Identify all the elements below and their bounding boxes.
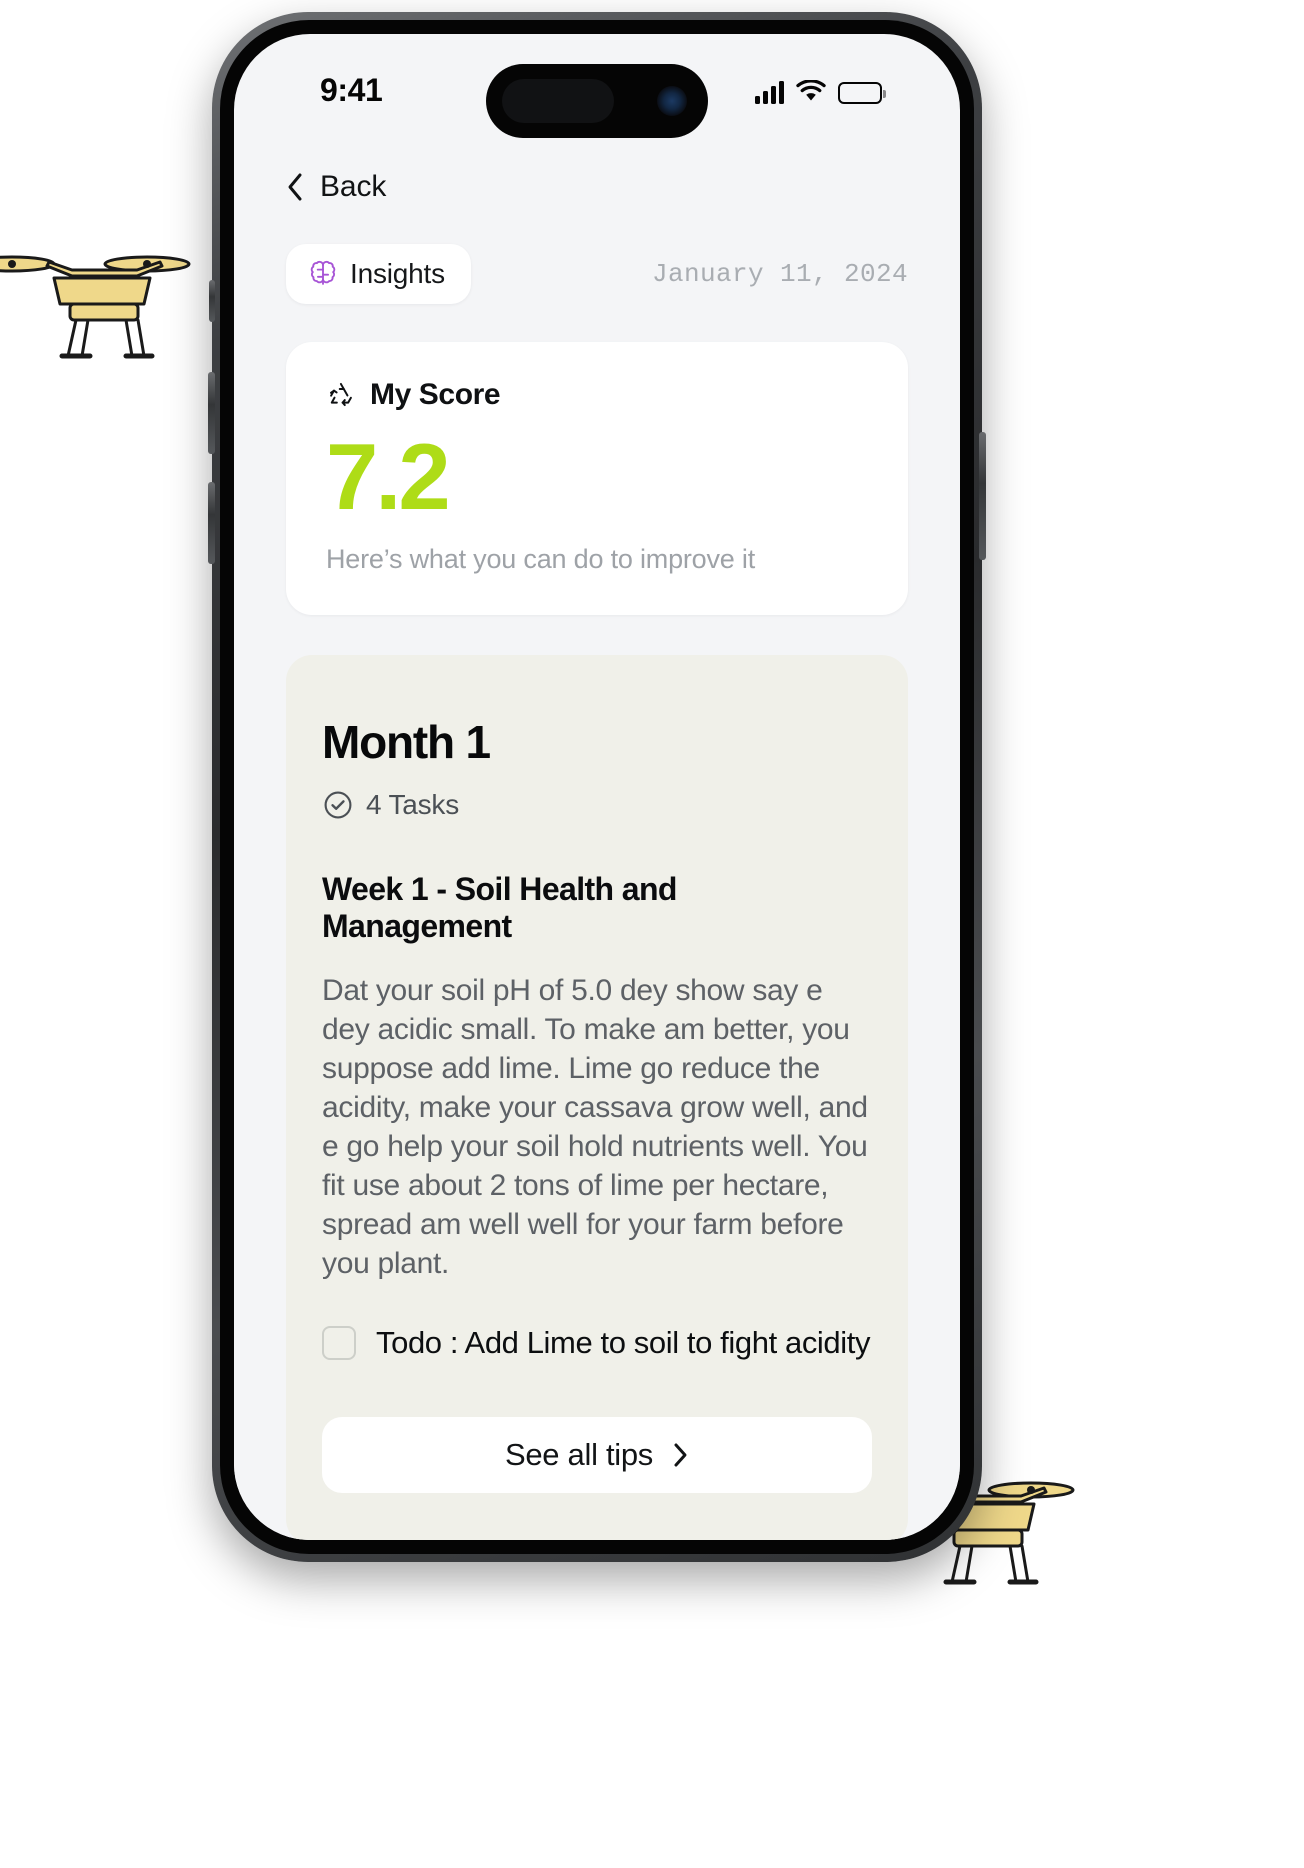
wifi-icon xyxy=(796,80,826,101)
power-button[interactable] xyxy=(979,432,986,560)
phone-bezel: 9:41 Back Insights January 11, 2024 My S… xyxy=(220,20,974,1554)
score-subtitle: Here’s what you can do to improve it xyxy=(326,544,756,574)
volume-down-button[interactable] xyxy=(208,482,215,564)
front-camera-icon xyxy=(657,86,687,116)
app-content: Back Insights January 11, 2024 My Score … xyxy=(234,130,960,1540)
brain-icon xyxy=(310,260,336,285)
see-all-tips-label: See all tips xyxy=(504,1437,654,1472)
phone-screen: 9:41 Back Insights January 11, 2024 My S… xyxy=(234,34,960,1540)
insights-pill[interactable]: Insights xyxy=(286,244,471,304)
month-tasks-label: 4 Tasks xyxy=(366,789,460,820)
island-pill xyxy=(502,79,614,123)
back-button-label: Back xyxy=(320,170,387,203)
drone-icon xyxy=(0,255,191,359)
todo-row[interactable]: Todo : Add Lime to soil to fight acidity xyxy=(322,1325,872,1361)
month-title: Month 1 xyxy=(322,716,491,768)
insights-label: Insights xyxy=(350,258,445,289)
score-value: 7.2 xyxy=(326,424,451,529)
todo-label: Todo : Add Lime to soil to fight acidity xyxy=(376,1325,871,1360)
month-card: Month 1 4 Tasks Week 1 - Soil Health and… xyxy=(286,655,908,1540)
status-icons xyxy=(755,74,886,104)
week-title: Week 1 - Soil Health and Management xyxy=(322,871,677,944)
status-time: 9:41 xyxy=(320,72,383,108)
week-body-text: Dat your soil pH of 5.0 dey show say e d… xyxy=(322,974,868,1280)
recycle-icon xyxy=(329,382,352,407)
phone-frame: 9:41 Back Insights January 11, 2024 My S… xyxy=(208,12,986,1562)
volume-up-button[interactable] xyxy=(208,372,215,454)
score-card: My Score 7.2 Here’s what you can do to i… xyxy=(286,342,908,615)
check-circle-icon xyxy=(324,791,352,819)
battery-icon xyxy=(838,82,886,104)
chevron-right-icon xyxy=(674,1443,687,1467)
meta-row: Insights January 11, 2024 xyxy=(234,204,960,304)
status-bar: 9:41 xyxy=(234,34,960,138)
month-tasks-row: 4 Tasks xyxy=(322,789,872,821)
silence-switch[interactable] xyxy=(209,280,215,322)
score-card-header: My Score xyxy=(326,378,868,412)
back-button[interactable]: Back xyxy=(234,130,386,204)
dynamic-island xyxy=(486,64,708,138)
cellular-signal-icon xyxy=(755,80,784,104)
chevron-left-icon xyxy=(288,173,302,201)
score-card-title: My Score xyxy=(370,378,501,411)
see-all-tips-button[interactable]: See all tips xyxy=(322,1417,872,1493)
todo-checkbox[interactable] xyxy=(322,1326,356,1360)
date-label: January 11, 2024 xyxy=(651,259,908,289)
